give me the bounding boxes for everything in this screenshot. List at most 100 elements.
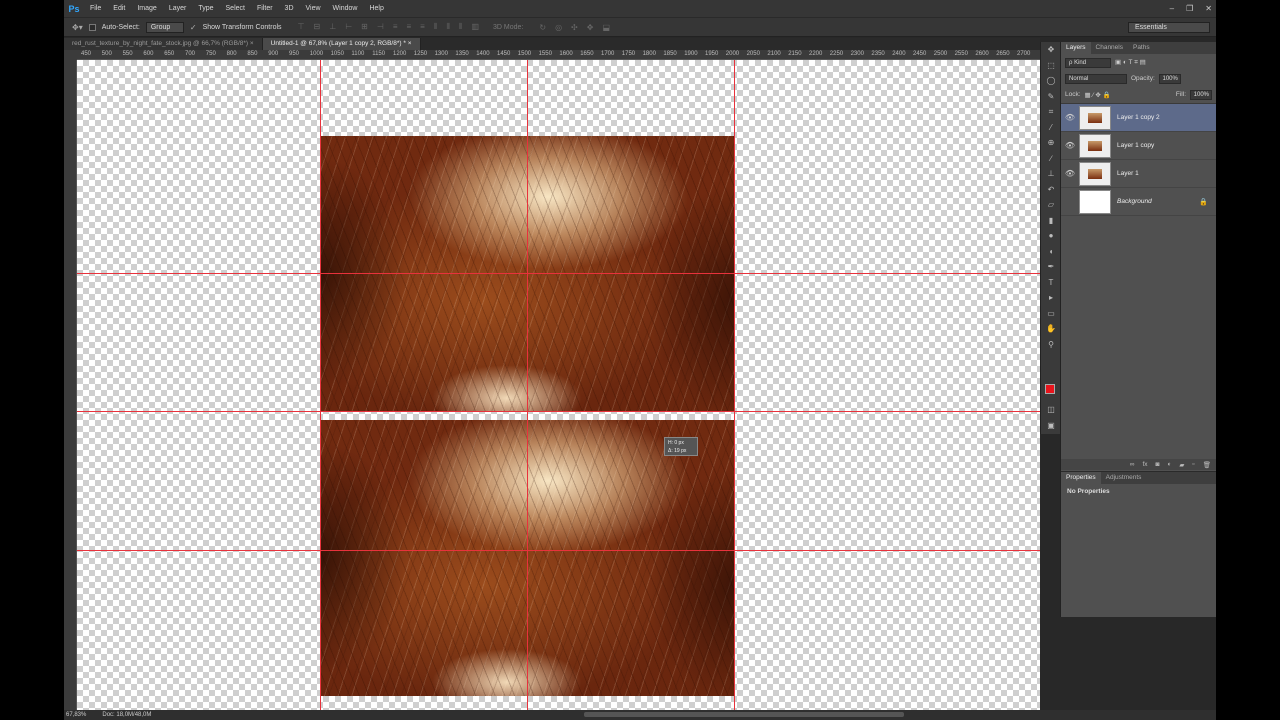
new-group-icon[interactable]: ▰: [1179, 461, 1184, 469]
stamp-tool-icon[interactable]: ⊥: [1041, 166, 1061, 182]
3d-rotate-icon[interactable]: ↻: [539, 23, 546, 32]
eraser-tool-icon[interactable]: ▱: [1041, 197, 1061, 213]
close-icon[interactable]: ×: [250, 40, 254, 47]
hand-tool-icon[interactable]: ✋: [1041, 321, 1061, 337]
align-bottom-icon[interactable]: ⊥: [329, 22, 336, 32]
move-tool-preset-icon[interactable]: ✥▾: [72, 23, 83, 32]
zoom-tool-icon[interactable]: ⚲: [1041, 337, 1061, 353]
add-mask-icon[interactable]: ◙: [1156, 461, 1160, 468]
new-layer-icon[interactable]: ▫: [1192, 461, 1194, 468]
guide-vertical[interactable]: [320, 60, 321, 710]
horizontal-ruler[interactable]: 450 500 550 600 650 700 750 800 850 900 950 1000 105…: [77, 50, 1040, 60]
menu-image[interactable]: Image: [131, 0, 162, 17]
guide-horizontal[interactable]: [77, 550, 1040, 551]
doc-tab-untitled[interactable]: Untitled-1 @ 67,8% (Layer 1 copy 2, RGB/…: [262, 38, 421, 50]
distribute-left-icon[interactable]: ⦀: [434, 22, 438, 32]
fill-field[interactable]: 100%: [1190, 89, 1212, 100]
align-right-icon[interactable]: ⊣: [377, 22, 384, 32]
layer-row[interactable]: 👁 Layer 1 copy 2: [1061, 104, 1216, 132]
crop-tool-icon[interactable]: ⌗: [1041, 104, 1061, 120]
3d-roll-icon[interactable]: ◎: [555, 23, 562, 32]
guide-horizontal[interactable]: [77, 411, 1040, 412]
auto-select-checkbox[interactable]: [88, 23, 96, 31]
menu-edit[interactable]: Edit: [107, 0, 131, 17]
app-logo[interactable]: Ps: [64, 0, 84, 17]
ruler-origin[interactable]: [64, 50, 77, 60]
layer-row[interactable]: 👁 Layer 1: [1061, 160, 1216, 188]
menu-filter[interactable]: Filter: [251, 0, 279, 17]
layer-style-icon[interactable]: fx: [1142, 461, 1147, 468]
link-layers-icon[interactable]: ∞: [1130, 461, 1135, 468]
menu-layer[interactable]: Layer: [163, 0, 193, 17]
guide-vertical[interactable]: [527, 60, 528, 710]
zoom-level[interactable]: 67,83%: [66, 712, 86, 718]
distribute-bottom-icon[interactable]: ≡: [420, 22, 425, 32]
eye-icon[interactable]: 👁: [1061, 169, 1079, 178]
tab-paths[interactable]: Paths: [1128, 42, 1155, 54]
layer-name[interactable]: Layer 1 copy: [1117, 142, 1154, 149]
guide-horizontal[interactable]: [77, 273, 1040, 274]
blend-mode-dropdown[interactable]: Normal: [1065, 73, 1127, 84]
3d-scale-icon[interactable]: ⬓: [602, 23, 610, 32]
check-icon[interactable]: ✓: [190, 23, 197, 32]
quick-mask-icon[interactable]: ◫: [1041, 402, 1061, 418]
align-top-icon[interactable]: ⊤: [298, 22, 305, 32]
guide-vertical[interactable]: [734, 60, 735, 710]
minimize-button[interactable]: –: [1170, 4, 1174, 13]
screen-mode-icon[interactable]: ▣: [1041, 418, 1061, 434]
menu-view[interactable]: View: [300, 0, 327, 17]
align-left-icon[interactable]: ⊢: [345, 22, 352, 32]
blur-tool-icon[interactable]: ●: [1041, 228, 1061, 244]
layer-row[interactable]: 👁 Layer 1 copy: [1061, 132, 1216, 160]
brush-tool-icon[interactable]: ∕: [1041, 151, 1061, 167]
distribute-top-icon[interactable]: ≡: [393, 22, 398, 32]
document-canvas[interactable]: H: 0 px Δ: 19 px: [77, 60, 1040, 710]
tab-adjustments[interactable]: Adjustments: [1101, 472, 1147, 484]
menu-type[interactable]: Type: [192, 0, 219, 17]
shape-tool-icon[interactable]: ▭: [1041, 306, 1061, 322]
layer-name[interactable]: Layer 1: [1117, 170, 1139, 177]
close-icon[interactable]: ×: [408, 40, 412, 47]
lasso-tool-icon[interactable]: ◯: [1041, 73, 1061, 89]
filter-kind-dropdown[interactable]: ρ Kind: [1065, 57, 1111, 68]
distribute-vcenter-icon[interactable]: ≡: [407, 22, 412, 32]
opacity-field[interactable]: 100%: [1158, 73, 1181, 84]
close-button[interactable]: ✕: [1205, 4, 1212, 13]
healing-tool-icon[interactable]: ⊕: [1041, 135, 1061, 151]
filter-icons[interactable]: ▣ ◐ T ⌗ ▤: [1115, 58, 1146, 67]
auto-align-icon[interactable]: ▥: [471, 22, 479, 32]
menu-select[interactable]: Select: [220, 0, 251, 17]
align-vcenter-icon[interactable]: ⊟: [314, 22, 321, 32]
menu-3d[interactable]: 3D: [279, 0, 300, 17]
history-brush-tool-icon[interactable]: ↶: [1041, 182, 1061, 198]
tab-properties[interactable]: Properties: [1061, 472, 1101, 484]
lock-icons[interactable]: ▦ ∕ ✥ 🔒: [1085, 91, 1111, 99]
doc-size[interactable]: Doc: 18,0M/48,0M: [102, 712, 151, 718]
adjustment-layer-icon[interactable]: ◐: [1167, 461, 1171, 468]
3d-pan-icon[interactable]: ✣: [571, 23, 578, 32]
workspace-dropdown[interactable]: Essentials: [1128, 22, 1210, 33]
align-hcenter-icon[interactable]: ⊞: [361, 22, 368, 32]
auto-select-dropdown[interactable]: Group: [145, 21, 184, 33]
move-tool-icon[interactable]: ✥: [1041, 42, 1061, 58]
tab-channels[interactable]: Channels: [1091, 42, 1128, 54]
eye-icon[interactable]: 👁: [1061, 141, 1079, 150]
eye-icon[interactable]: 👁: [1061, 113, 1079, 122]
distribute-right-icon[interactable]: ⦀: [459, 22, 463, 32]
path-select-tool-icon[interactable]: ▸: [1041, 290, 1061, 306]
trash-icon[interactable]: 🗑: [1203, 461, 1211, 469]
menu-window[interactable]: Window: [327, 0, 364, 17]
layer-row[interactable]: Background 🔒: [1061, 188, 1216, 216]
eyedropper-tool-icon[interactable]: ⁄: [1041, 120, 1061, 136]
dodge-tool-icon[interactable]: ◖: [1041, 244, 1061, 260]
type-tool-icon[interactable]: T: [1041, 275, 1061, 291]
tab-layers[interactable]: Layers: [1061, 42, 1091, 54]
layer-name[interactable]: Background: [1117, 198, 1152, 205]
vertical-ruler[interactable]: [64, 60, 77, 710]
doc-tab-rust-texture[interactable]: red_rust_texture_by_night_fate_stock.jpg…: [64, 38, 263, 50]
3d-slide-icon[interactable]: ✥: [587, 23, 594, 32]
pen-tool-icon[interactable]: ✒: [1041, 259, 1061, 275]
layer-name[interactable]: Layer 1 copy 2: [1117, 114, 1160, 121]
marquee-tool-icon[interactable]: ⬚: [1041, 58, 1061, 74]
quick-select-tool-icon[interactable]: ✎: [1041, 89, 1061, 105]
